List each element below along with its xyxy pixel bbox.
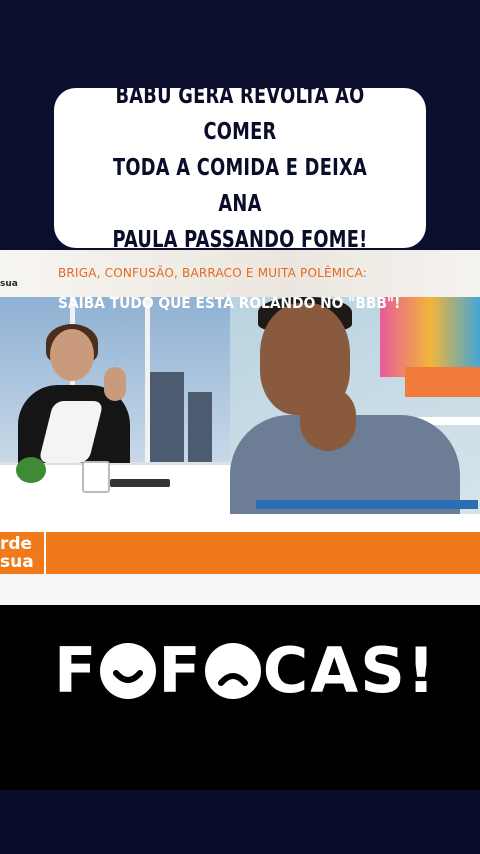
feed-caption-strip xyxy=(256,500,478,509)
headline-card: BABU GERA REVOLTA AO COMER TODA A COMIDA… xyxy=(54,83,426,253)
logo-letters-cas: CAS! xyxy=(262,634,438,707)
fofocas-logo: F F CAS! xyxy=(54,634,437,707)
desk-mug xyxy=(82,461,110,493)
ticker-main-text: SAIBA TUDO QUE ESTÁ ROLANDO NO "BBB"! xyxy=(58,294,401,312)
studio-panel xyxy=(0,297,230,517)
desk-laptop xyxy=(110,479,170,487)
reality-show-panel xyxy=(230,297,480,515)
ticker-main-bar xyxy=(46,532,480,574)
footer-band xyxy=(0,790,480,854)
logo-letters-f1: F xyxy=(54,634,99,707)
host-hand xyxy=(104,367,126,401)
logo-letters-f2: F xyxy=(158,634,203,707)
man-hand xyxy=(300,387,356,451)
host-head xyxy=(50,329,94,381)
city-building xyxy=(188,392,212,462)
headline-line-2: TODA A COMIDA E DEIXA ANA xyxy=(112,155,368,217)
sad-face-icon xyxy=(204,642,261,699)
channel-tag: sua xyxy=(0,279,18,289)
show-logo-line-1: rde xyxy=(0,534,33,554)
smile-face-icon xyxy=(100,642,157,699)
show-logo-line-2: sua xyxy=(0,552,34,572)
show-logo: rde sua xyxy=(0,532,46,574)
ticker-top-bar xyxy=(0,514,480,532)
house-kitchen xyxy=(405,367,480,397)
headline-line-1: BABU GERA REVOLTA AO COMER xyxy=(115,83,365,145)
tv-bottom-band xyxy=(0,574,480,605)
headline-text: BABU GERA REVOLTA AO COMER TODA A COMIDA… xyxy=(90,78,389,258)
ticker-top-text: BRIGA, CONFUSÃO, BARRACO E MUITA POLÊMIC… xyxy=(58,266,368,280)
desk-plant xyxy=(16,457,46,483)
city-building xyxy=(150,372,184,462)
